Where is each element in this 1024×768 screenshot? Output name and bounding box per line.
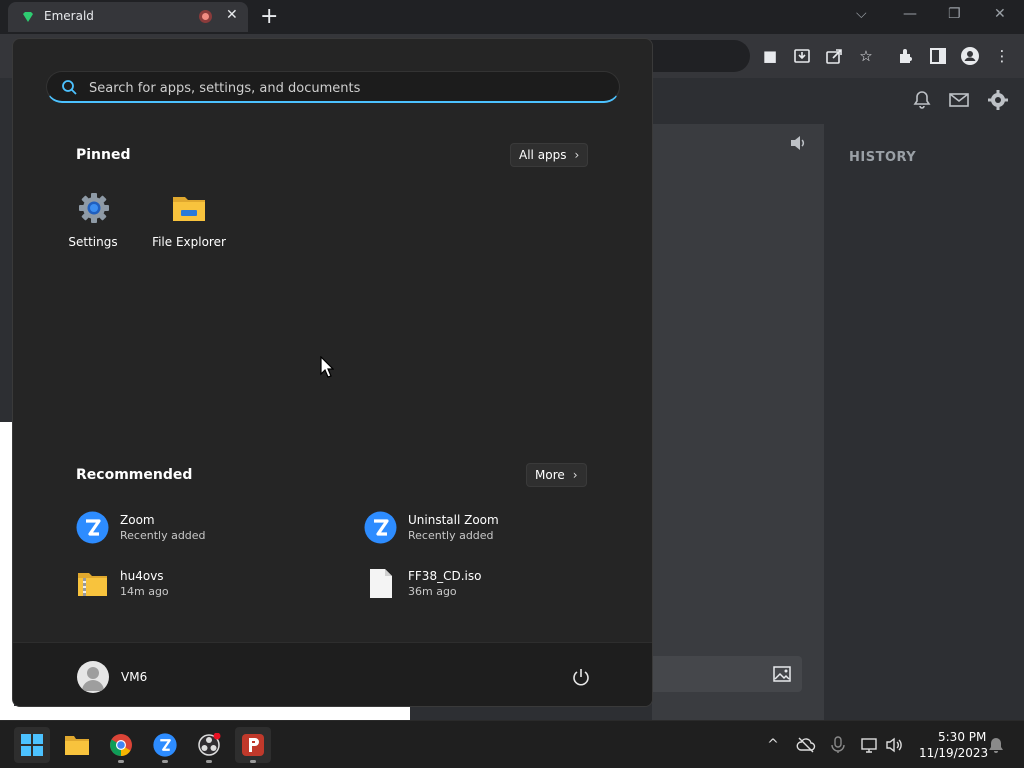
psiphon-icon — [242, 734, 264, 756]
zoom-icon — [153, 733, 177, 757]
search-icon — [62, 80, 77, 95]
recommended-item-name: Uninstall Zoom — [408, 513, 499, 527]
clock-time[interactable]: 5:30 PM — [938, 730, 986, 744]
mouse-cursor-icon — [320, 356, 334, 378]
minimize-icon[interactable]: — — [903, 6, 917, 22]
tab-search-icon[interactable]: ⌵ — [856, 6, 867, 22]
running-indicator — [250, 760, 256, 763]
running-indicator — [162, 760, 168, 763]
recording-indicator-icon — [199, 10, 212, 23]
pinned-app-file-explorer[interactable]: File Explorer — [144, 189, 234, 259]
image-upload-icon[interactable] — [772, 664, 792, 684]
taskbar-psiphon[interactable] — [235, 727, 271, 763]
user-name[interactable]: VM6 — [121, 670, 147, 684]
power-icon[interactable] — [571, 667, 591, 687]
show-hidden-icons-chevron-icon[interactable]: ^ — [763, 735, 783, 755]
pinned-app-label: File Explorer — [152, 235, 226, 249]
browser-menu-icon[interactable]: ⋮ — [992, 46, 1012, 66]
recommended-item-name: Zoom — [120, 513, 155, 527]
zip-folder-icon — [78, 573, 107, 596]
taskbar-zoom[interactable] — [147, 727, 183, 763]
zoom-icon — [364, 511, 397, 544]
start-menu-footer: VM6 — [13, 642, 652, 706]
taskbar-obs[interactable] — [191, 727, 227, 763]
folder-icon — [173, 197, 205, 221]
taskbar-chrome[interactable] — [103, 727, 139, 763]
user-avatar[interactable] — [77, 661, 109, 693]
recommended-item-subtitle: 14m ago — [120, 585, 169, 598]
bookmark-star-icon[interactable]: ☆ — [856, 46, 876, 66]
chevron-right-icon: › — [574, 148, 580, 162]
recommended-item-uninstall-zoom[interactable]: Uninstall Zoom Recently added — [364, 511, 634, 551]
chrome-icon — [110, 734, 132, 756]
zoom-icon — [76, 511, 109, 544]
onedrive-offline-icon[interactable] — [796, 735, 816, 755]
camera-icon[interactable]: ■ — [760, 46, 780, 66]
gear-icon — [79, 193, 109, 223]
windows-logo-icon — [21, 734, 43, 756]
notification-icon[interactable] — [986, 735, 1006, 755]
history-label: HISTORY — [849, 150, 917, 165]
extensions-icon[interactable] — [896, 46, 916, 66]
start-button[interactable] — [14, 727, 50, 763]
taskbar: ^ 5:30 PM 11/19/2023 — [0, 720, 1024, 768]
start-search-box[interactable] — [46, 71, 620, 103]
pinned-app-settings[interactable]: Settings — [48, 189, 138, 259]
recommended-item-subtitle: 36m ago — [408, 585, 457, 598]
tab-close-icon[interactable]: ✕ — [226, 7, 238, 23]
recommended-item-zoom[interactable]: Zoom Recently added — [76, 511, 346, 551]
share-icon[interactable] — [824, 46, 844, 66]
tab-title: Emerald — [44, 9, 94, 23]
speaker-icon[interactable] — [788, 133, 808, 153]
page-main-area — [652, 124, 824, 720]
pinned-app-label: Settings — [68, 235, 118, 249]
mail-icon[interactable] — [948, 90, 970, 110]
taskbar-file-explorer[interactable] — [59, 727, 95, 763]
more-label: More — [535, 468, 565, 482]
recommended-item-hu4ovs[interactable]: hu4ovs 14m ago — [76, 567, 346, 607]
network-icon[interactable] — [859, 735, 879, 755]
all-apps-button[interactable]: All apps › — [510, 143, 589, 167]
emerald-favicon-icon — [23, 12, 33, 22]
page-settings-gear-icon[interactable] — [987, 89, 1009, 111]
pinned-title: Pinned — [76, 147, 131, 163]
recommended-title: Recommended — [76, 467, 193, 483]
recommended-item-subtitle: Recently added — [120, 529, 206, 542]
search-input[interactable] — [89, 78, 589, 98]
clock-date[interactable]: 11/19/2023 — [919, 746, 988, 760]
recommended-item-name: FF38_CD.iso — [408, 569, 482, 583]
running-indicator — [206, 760, 212, 763]
all-apps-label: All apps — [519, 148, 567, 162]
history-panel — [824, 124, 1024, 720]
window-close-icon[interactable]: ✕ — [994, 6, 1006, 22]
file-icon — [370, 569, 392, 598]
page-white-bar — [0, 706, 410, 720]
notification-bell-icon[interactable] — [912, 90, 932, 110]
volume-icon[interactable] — [884, 735, 904, 755]
running-indicator — [118, 760, 124, 763]
user-avatar-icon — [82, 667, 104, 691]
address-bar[interactable] — [640, 40, 750, 72]
profile-icon[interactable] — [960, 46, 980, 66]
restore-icon[interactable]: ❐ — [948, 6, 961, 22]
more-button[interactable]: More › — [526, 463, 587, 487]
recommended-item-ff38-iso[interactable]: FF38_CD.iso 36m ago — [364, 567, 634, 607]
microphone-icon[interactable] — [828, 735, 848, 755]
install-icon[interactable] — [792, 46, 812, 66]
side-panel-icon[interactable] — [928, 46, 948, 66]
obs-icon — [198, 733, 221, 756]
folder-icon — [65, 736, 89, 755]
chevron-right-icon: › — [572, 468, 578, 482]
recommended-item-subtitle: Recently added — [408, 529, 494, 542]
new-tab-button[interactable]: + — [260, 4, 278, 30]
recommended-item-name: hu4ovs — [120, 569, 164, 583]
